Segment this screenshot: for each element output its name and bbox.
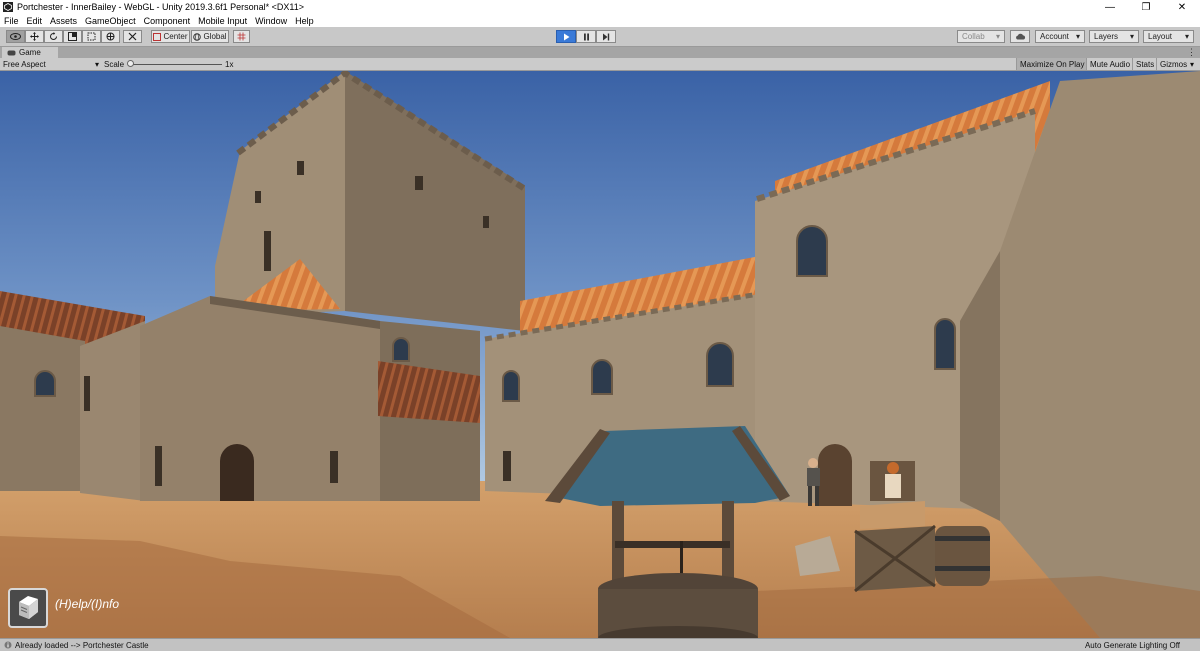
space-label: Global <box>203 32 227 41</box>
menu-edit[interactable]: Edit <box>23 16 47 26</box>
pause-icon <box>583 33 589 40</box>
cloud-button[interactable] <box>1010 30 1030 43</box>
pivot-toggle[interactable]: Center <box>151 30 190 43</box>
custom-tool-button[interactable] <box>123 30 142 43</box>
menu-gameobject[interactable]: GameObject <box>81 16 140 26</box>
scale-icon <box>68 32 77 41</box>
aspect-label: Free Aspect <box>3 59 46 69</box>
rotate-tool-button[interactable] <box>44 30 63 43</box>
window-title: Portchester - InnerBailey - WebGL - Unit… <box>17 2 304 12</box>
tab-game[interactable]: Game <box>2 47 58 58</box>
game-toolbar: Free Aspect ▾ Scale 1x Maximize On Play … <box>0 58 1200 71</box>
globe-icon <box>193 32 202 41</box>
collab-label: Collab <box>962 32 985 41</box>
chevron-down-icon: ▾ <box>1184 32 1189 41</box>
move-tool-button[interactable] <box>25 30 44 43</box>
play-icon <box>563 33 569 40</box>
barrel-hoop <box>935 536 990 541</box>
menu-mobile-input[interactable]: Mobile Input <box>194 16 251 26</box>
tools-icon <box>128 32 137 41</box>
scale-value: 1x <box>225 59 234 69</box>
help-info-label: (H)elp/(I)nfo <box>55 597 120 611</box>
hall-door <box>818 444 852 506</box>
scale-tool-button[interactable] <box>63 30 82 43</box>
layout-label: Layout <box>1148 32 1173 41</box>
stats-label: Stats <box>1136 59 1155 69</box>
game-tab-row: Game ⋮ <box>0 47 1200 58</box>
layers-dropdown[interactable]: Layers ▾ <box>1089 30 1139 43</box>
menu-file[interactable]: File <box>0 16 23 26</box>
collab-dropdown[interactable]: Collab ▾ <box>957 30 1005 43</box>
view-tool-button[interactable] <box>6 30 25 43</box>
help-button[interactable] <box>8 588 48 628</box>
rotate-icon <box>50 32 57 40</box>
chevron-down-icon: ▾ <box>94 59 99 69</box>
grid-snap-icon <box>237 32 246 41</box>
pivot-icon <box>153 32 162 41</box>
book-icon <box>19 596 38 619</box>
rect-transform-icon <box>87 32 96 41</box>
minimize-button[interactable]: — <box>1092 0 1128 14</box>
chevron-down-icon: ▾ <box>1129 32 1134 41</box>
layers-label: Layers <box>1094 32 1119 41</box>
eye-icon <box>10 33 21 40</box>
castle-scene <box>0 71 1200 638</box>
pivot-label: Center <box>163 32 188 41</box>
step-button[interactable] <box>596 30 616 43</box>
maximize-button[interactable]: ❐ <box>1128 0 1164 14</box>
menu-bar: File Edit Assets GameObject Component Mo… <box>0 14 1200 27</box>
menu-component[interactable]: Component <box>140 16 195 26</box>
inner-wall-middle <box>140 296 380 501</box>
left-building <box>0 326 85 491</box>
space-toggle[interactable]: Global <box>191 30 229 43</box>
scale-slider-handle[interactable] <box>127 60 134 67</box>
menu-assets[interactable]: Assets <box>46 16 81 26</box>
snap-settings-button[interactable] <box>233 30 250 43</box>
tower-door <box>220 444 254 501</box>
close-button[interactable]: ✕ <box>1164 0 1200 14</box>
chevron-down-icon: ▾ <box>1075 32 1080 41</box>
barrel <box>935 526 990 586</box>
status-bar: Already loaded --> Portchester Castle Au… <box>0 638 1200 651</box>
merchant-character <box>870 461 915 501</box>
chevron-down-icon: ▾ <box>995 32 1000 41</box>
status-message: Already loaded --> Portchester Castle <box>15 640 149 650</box>
menu-window[interactable]: Window <box>251 16 291 26</box>
transform-tool-button[interactable] <box>101 30 120 43</box>
step-icon <box>603 33 610 40</box>
game-viewport[interactable] <box>0 71 1200 638</box>
account-dropdown[interactable]: Account ▾ <box>1035 30 1085 43</box>
gamepad-icon <box>7 50 16 55</box>
transform-icon <box>106 32 115 41</box>
chevron-down-icon[interactable]: ▾ <box>1190 58 1194 70</box>
cloud-icon <box>1015 33 1025 40</box>
mute-audio-toggle[interactable]: Mute Audio <box>1086 58 1133 70</box>
maximize-on-play-toggle[interactable]: Maximize On Play <box>1016 58 1088 70</box>
barrel-hoop <box>935 566 990 571</box>
gizmos-toggle[interactable]: Gizmos <box>1156 58 1190 70</box>
play-button[interactable] <box>556 30 576 43</box>
move-icon <box>30 32 39 41</box>
title-bar: Portchester - InnerBailey - WebGL - Unit… <box>0 0 1200 14</box>
aspect-dropdown[interactable]: Free Aspect ▾ <box>3 58 99 70</box>
mute-audio-label: Mute Audio <box>1090 59 1131 69</box>
tab-menu-icon[interactable]: ⋮ <box>1187 47 1196 58</box>
account-label: Account <box>1040 32 1069 41</box>
pause-button[interactable] <box>576 30 596 43</box>
layout-dropdown[interactable]: Layout ▾ <box>1143 30 1194 43</box>
rect-tool-button[interactable] <box>82 30 101 43</box>
maximize-on-play-label: Maximize On Play <box>1020 59 1085 69</box>
menu-help[interactable]: Help <box>291 16 318 26</box>
info-icon <box>4 641 12 649</box>
scale-slider-track[interactable] <box>128 64 222 65</box>
stats-toggle[interactable]: Stats <box>1132 58 1157 70</box>
main-toolbar: Center Global Collab ▾ Account ▾ Layers … <box>0 27 1200 47</box>
game-tab-label: Game <box>19 48 41 57</box>
scale-label: Scale <box>104 59 125 69</box>
unity-logo-icon <box>3 2 13 12</box>
gizmos-label: Gizmos <box>1160 59 1188 69</box>
lighting-status[interactable]: Auto Generate Lighting Off <box>1085 641 1180 650</box>
